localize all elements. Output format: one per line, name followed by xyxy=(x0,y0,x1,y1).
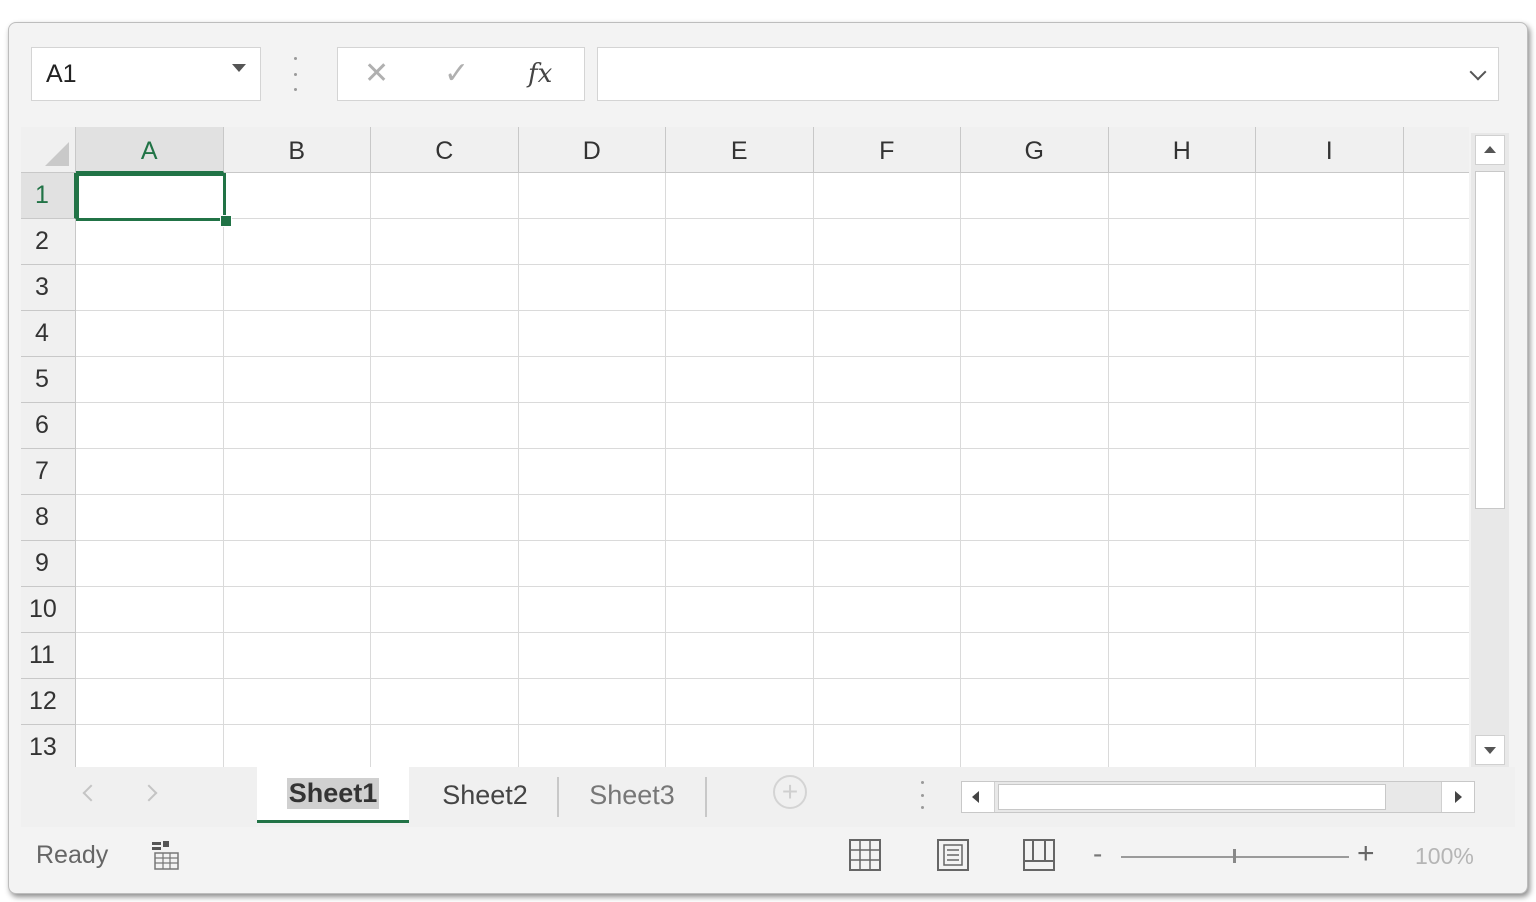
sheet-tab-sheet3[interactable]: Sheet3 xyxy=(559,767,705,823)
row-header-4[interactable]: 4 xyxy=(21,311,76,357)
formula-bar-resize-handle[interactable] xyxy=(292,57,298,91)
row-header-6[interactable]: 6 xyxy=(21,403,76,449)
sheet-tab-label: Sheet1 xyxy=(286,778,380,809)
grid-line-vertical xyxy=(1107,173,1109,767)
horizontal-scrollbar[interactable] xyxy=(961,781,1475,813)
name-box-value: A1 xyxy=(46,59,77,88)
grid-line-horizontal xyxy=(76,218,1469,219)
formula-buttons: ✕ ✓ fx xyxy=(337,47,585,101)
tab-split-handle[interactable] xyxy=(921,781,925,809)
sheet-tab-label: Sheet2 xyxy=(442,779,528,810)
scroll-down-icon[interactable] xyxy=(1475,735,1505,765)
column-header-g[interactable]: G xyxy=(961,127,1109,173)
macro-record-icon[interactable] xyxy=(149,839,181,871)
row-header-8[interactable]: 8 xyxy=(21,495,76,541)
status-text: Ready xyxy=(36,841,109,869)
grid-line-vertical xyxy=(1255,173,1256,767)
insert-function-icon[interactable]: fx xyxy=(528,54,552,94)
enter-icon[interactable]: ✓ xyxy=(444,54,469,94)
grid-line-horizontal xyxy=(76,494,1469,495)
zoom-out-button[interactable]: - xyxy=(1093,839,1102,869)
cancel-icon[interactable]: ✕ xyxy=(364,54,389,94)
grid-line-vertical xyxy=(665,173,666,767)
sheet-tab-bar: Sheet1 Sheet2 Sheet3 + xyxy=(21,767,1515,827)
grid-line-horizontal xyxy=(76,540,1469,541)
grid-line-vertical xyxy=(960,173,961,767)
column-header-h[interactable]: H xyxy=(1108,127,1256,173)
sheet-tab-label: Sheet3 xyxy=(589,779,675,810)
zoom-in-button[interactable]: + xyxy=(1357,839,1375,869)
formula-input[interactable] xyxy=(597,47,1499,101)
row-header-2[interactable]: 2 xyxy=(21,219,76,265)
grid-line-horizontal xyxy=(76,586,1469,587)
zoom-slider-thumb[interactable] xyxy=(1233,849,1236,863)
row-header-1[interactable]: 1 xyxy=(21,173,76,219)
column-header-i[interactable]: I xyxy=(1256,127,1404,173)
column-header-partial[interactable] xyxy=(1403,127,1469,173)
select-all-button[interactable] xyxy=(21,127,76,173)
row-header-13[interactable]: 13 xyxy=(21,725,76,767)
page-layout-view-icon[interactable] xyxy=(935,837,971,873)
next-sheet-icon[interactable] xyxy=(140,784,158,802)
name-box[interactable]: A1 xyxy=(31,47,261,101)
column-header-b[interactable]: B xyxy=(223,127,371,173)
previous-sheet-icon[interactable] xyxy=(82,784,100,802)
row-header-7[interactable]: 7 xyxy=(21,449,76,495)
scroll-left-icon[interactable] xyxy=(962,782,995,812)
tab-divider xyxy=(705,777,707,817)
page-break-preview-icon[interactable] xyxy=(1021,837,1057,873)
row-header-10[interactable]: 10 xyxy=(21,587,76,633)
active-cell-a1[interactable] xyxy=(76,173,226,221)
chevron-down-icon[interactable] xyxy=(232,64,246,72)
row-header-3[interactable]: 3 xyxy=(21,265,76,311)
grid-line-vertical xyxy=(517,173,519,767)
column-header-a[interactable]: A xyxy=(76,127,224,173)
column-header-d[interactable]: D xyxy=(518,127,666,173)
scroll-up-icon[interactable] xyxy=(1475,135,1505,165)
fill-handle[interactable] xyxy=(220,215,232,227)
grid-line-horizontal xyxy=(76,724,1469,725)
sheet-tab-sheet1[interactable]: Sheet1 xyxy=(257,767,409,823)
grid-line-horizontal xyxy=(76,678,1469,679)
vertical-scroll-thumb[interactable] xyxy=(1475,171,1505,509)
grid-line-vertical xyxy=(812,173,814,767)
grid-line-horizontal xyxy=(76,448,1469,449)
vertical-scrollbar[interactable] xyxy=(1471,133,1509,767)
grid-line-horizontal xyxy=(76,356,1469,357)
grid-line-vertical xyxy=(370,173,371,767)
zoom-level[interactable]: 100% xyxy=(1415,843,1474,870)
column-header-c[interactable]: C xyxy=(371,127,519,173)
row-header-11[interactable]: 11 xyxy=(21,633,76,679)
row-header-5[interactable]: 5 xyxy=(21,357,76,403)
horizontal-scroll-thumb[interactable] xyxy=(998,784,1386,810)
row-header-12[interactable]: 12 xyxy=(21,679,76,725)
grid-line-horizontal xyxy=(76,402,1469,403)
column-header-e[interactable]: E xyxy=(666,127,814,173)
add-sheet-icon[interactable]: + xyxy=(773,775,807,809)
worksheet-grid[interactable]: A B C D E F G H I 1 2 3 4 5 6 7 8 9 10 11 12 13 xyxy=(21,127,1469,767)
scroll-right-icon[interactable] xyxy=(1441,782,1474,812)
status-bar: Ready - + 100% xyxy=(21,829,1515,885)
grid-line-vertical xyxy=(1402,173,1404,767)
grid-line-horizontal xyxy=(76,310,1469,311)
column-header-f[interactable]: F xyxy=(813,127,961,173)
grid-line-horizontal xyxy=(76,632,1469,633)
spreadsheet-window: A1 ✕ ✓ fx A B C D E F G H I 1 2 3 4 5 6 7 8 9 10 11 12 13 She… xyxy=(8,22,1528,894)
normal-view-icon[interactable] xyxy=(847,837,883,873)
sheet-tab-sheet2[interactable]: Sheet2 xyxy=(411,767,559,823)
grid-line-vertical xyxy=(222,173,224,767)
grid-line-horizontal xyxy=(76,264,1469,265)
expand-formula-bar-icon[interactable] xyxy=(1469,63,1487,81)
row-header-9[interactable]: 9 xyxy=(21,541,76,587)
